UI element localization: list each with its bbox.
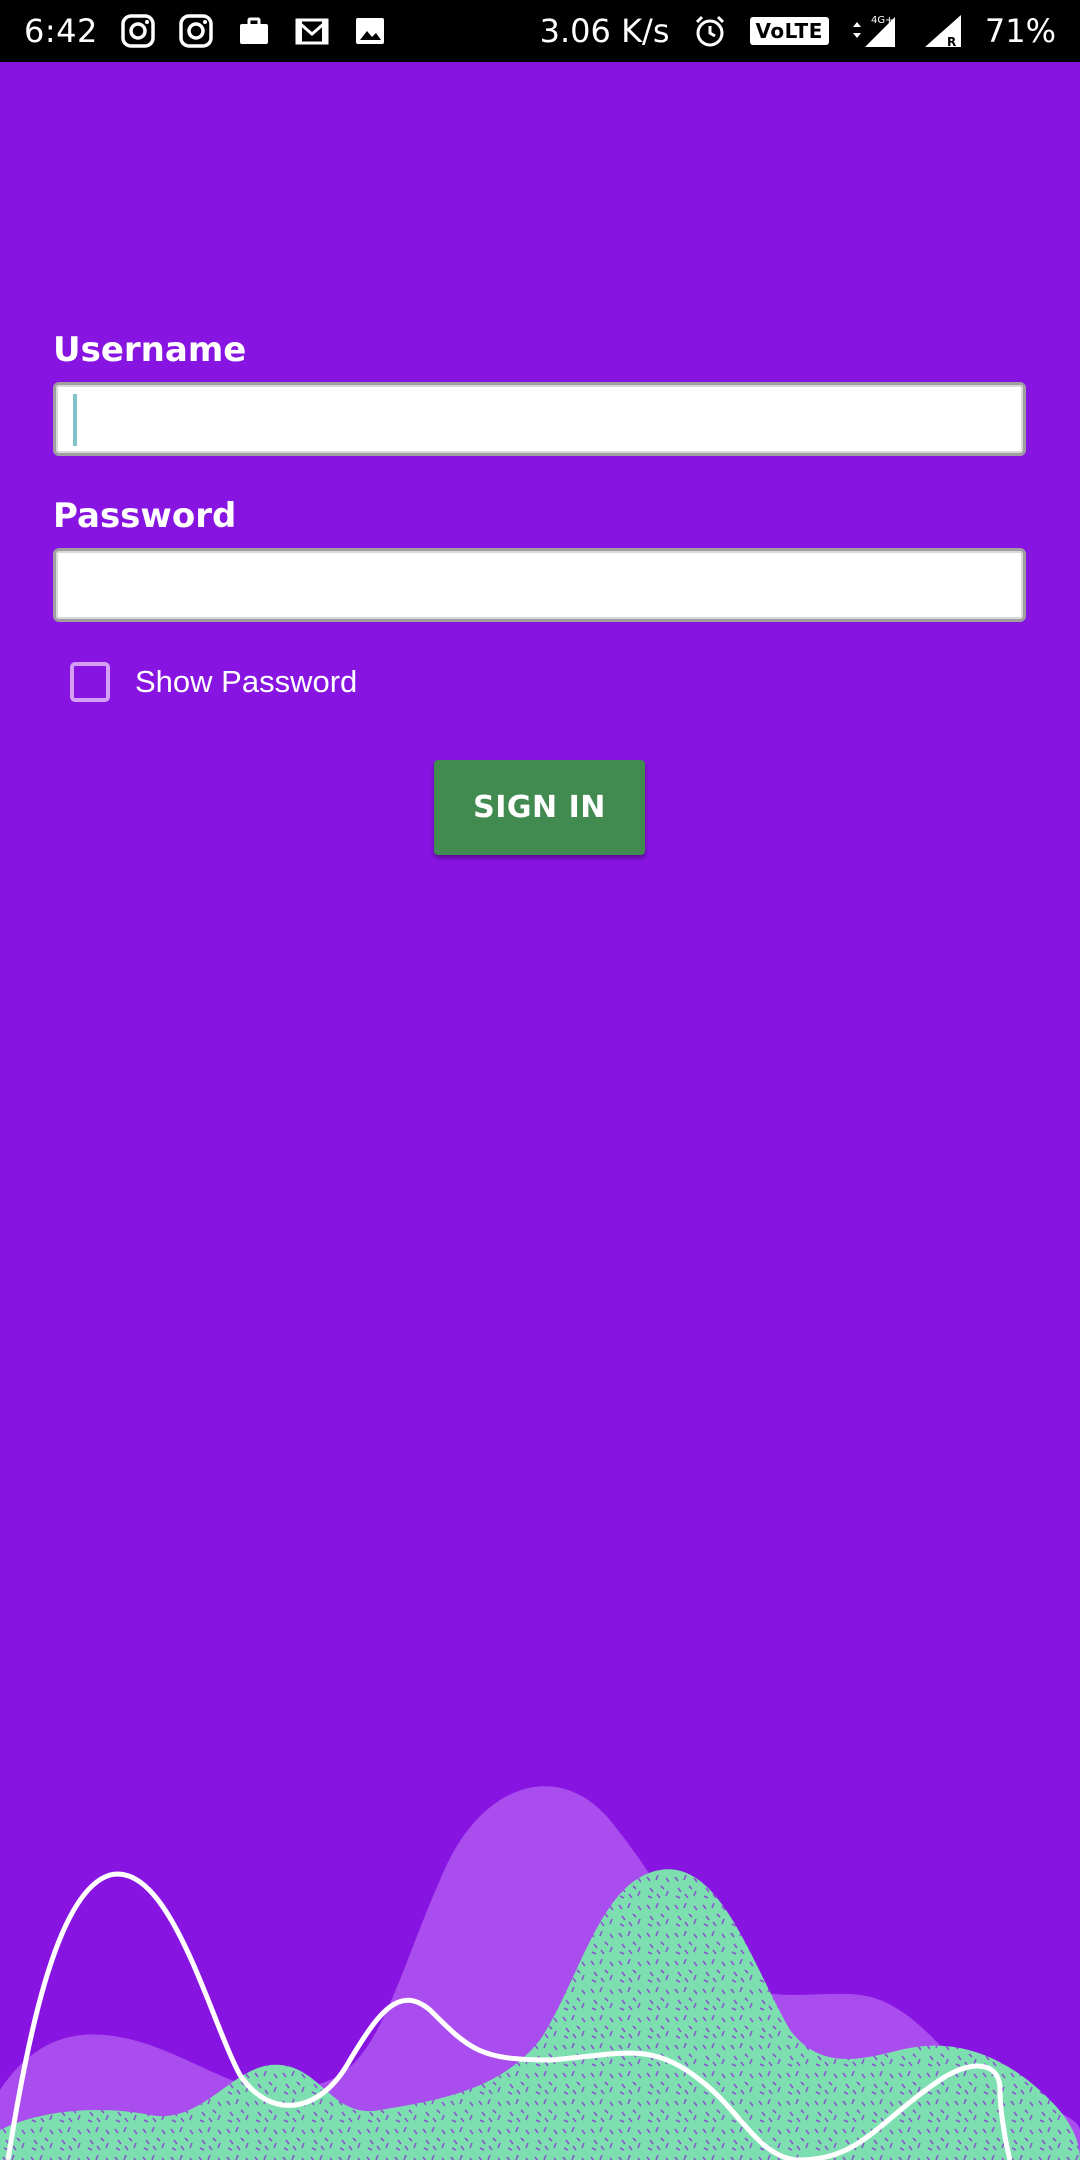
show-password-row[interactable]: Show Password — [70, 662, 1026, 702]
status-bar: 6:42 3.06 K/s VoLTE 4G+ R 71% — [0, 0, 1080, 62]
instagram-icon — [178, 13, 214, 49]
text-caret — [73, 394, 77, 446]
password-input[interactable] — [53, 548, 1026, 622]
volte-icon: VoLTE — [749, 17, 829, 45]
alarm-icon — [692, 13, 728, 49]
sign-in-button[interactable]: SIGN IN — [434, 760, 645, 855]
network-speed: 3.06 K/s — [539, 12, 670, 50]
status-left: 6:42 — [24, 12, 388, 50]
signal-roaming-icon: R — [923, 13, 963, 49]
svg-text:4G+: 4G+ — [871, 15, 894, 26]
gmail-icon — [294, 13, 330, 49]
login-form: Username Password Show Password — [53, 330, 1026, 702]
briefcase-icon — [236, 13, 272, 49]
image-icon — [352, 13, 388, 49]
instagram-icon — [120, 13, 156, 49]
password-label: Password — [53, 496, 237, 536]
decorative-waves — [0, 1786, 1080, 2160]
svg-text:R: R — [947, 35, 956, 49]
show-password-label[interactable]: Show Password — [135, 664, 357, 700]
show-password-checkbox[interactable] — [70, 662, 110, 702]
battery-level: 71% — [984, 12, 1056, 50]
status-time: 6:42 — [24, 12, 98, 50]
username-input[interactable] — [53, 382, 1026, 456]
username-label: Username — [53, 330, 247, 370]
signal-icon: 4G+ — [851, 13, 901, 49]
status-right: 3.06 K/s VoLTE 4G+ R 71% — [540, 12, 1056, 50]
